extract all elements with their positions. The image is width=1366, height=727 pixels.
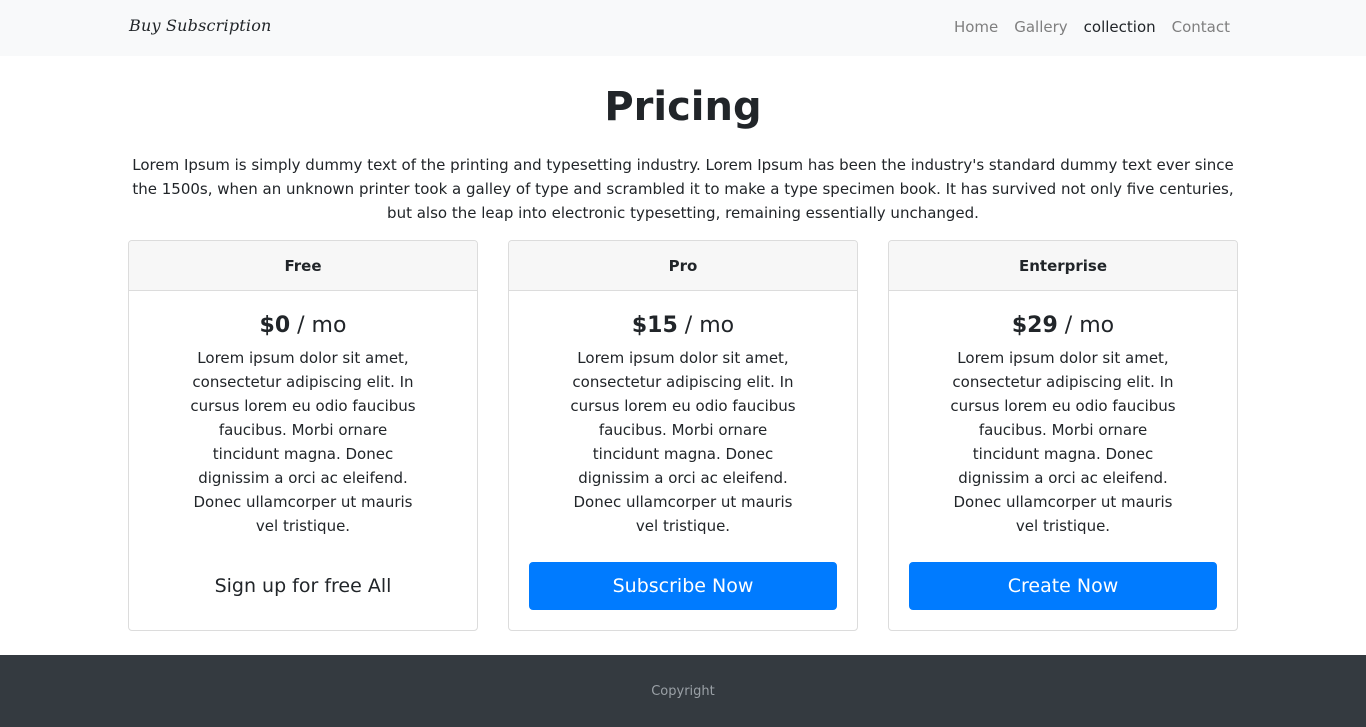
create-now-button[interactable]: Create Now — [909, 562, 1217, 610]
card-header: Free — [129, 241, 477, 291]
price-period: / mo — [1057, 313, 1115, 338]
footer: Copyright — [0, 655, 1366, 727]
navbar: Buy Subscription Home Gallery collection… — [0, 0, 1366, 56]
pricing-card-pro: Pro $15 / mo Lorem ipsum dolor sit amet,… — [508, 240, 858, 631]
pricing-card-enterprise: Enterprise $29 / mo Lorem ipsum dolor si… — [888, 240, 1238, 631]
card-header: Pro — [509, 241, 857, 291]
price-amount: $0 — [259, 313, 291, 338]
nav-links: Home Gallery collection Contact — [954, 18, 1230, 36]
plan-price: $0 / mo — [129, 313, 477, 338]
plan-description: Lorem ipsum dolor sit amet, consectetur … — [570, 349, 796, 535]
plan-price: $15 / mo — [509, 313, 857, 338]
page-title: Pricing — [604, 84, 762, 130]
subscribe-now-button[interactable]: Subscribe Now — [529, 562, 837, 610]
plan-price: $29 / mo — [889, 313, 1237, 338]
plan-description: Lorem ipsum dolor sit amet, consectetur … — [950, 349, 1176, 535]
price-amount: $29 — [1011, 313, 1058, 338]
nav-link-collection[interactable]: collection — [1084, 18, 1156, 36]
page-lead: Lorem Ipsum is simply dummy text of the … — [132, 156, 1234, 222]
nav-link-home[interactable]: Home — [954, 18, 998, 36]
copyright-text: Copyright — [651, 683, 715, 699]
price-period: / mo — [290, 313, 347, 338]
price-period: / mo — [677, 313, 735, 338]
pricing-card-free: Free $0 / mo Lorem ipsum dolor sit amet,… — [128, 240, 478, 631]
nav-link-gallery[interactable]: Gallery — [1014, 18, 1067, 36]
nav-link-contact[interactable]: Contact — [1172, 18, 1230, 36]
signup-free-button[interactable]: Sign up for free All — [149, 562, 457, 610]
plan-description: Lorem ipsum dolor sit amet, consectetur … — [190, 349, 416, 535]
price-amount: $15 — [631, 313, 678, 338]
card-header: Enterprise — [889, 241, 1237, 291]
pricing-cards: Free $0 / mo Lorem ipsum dolor sit amet,… — [128, 240, 1238, 631]
brand-logo[interactable]: Buy Subscription — [129, 16, 272, 35]
